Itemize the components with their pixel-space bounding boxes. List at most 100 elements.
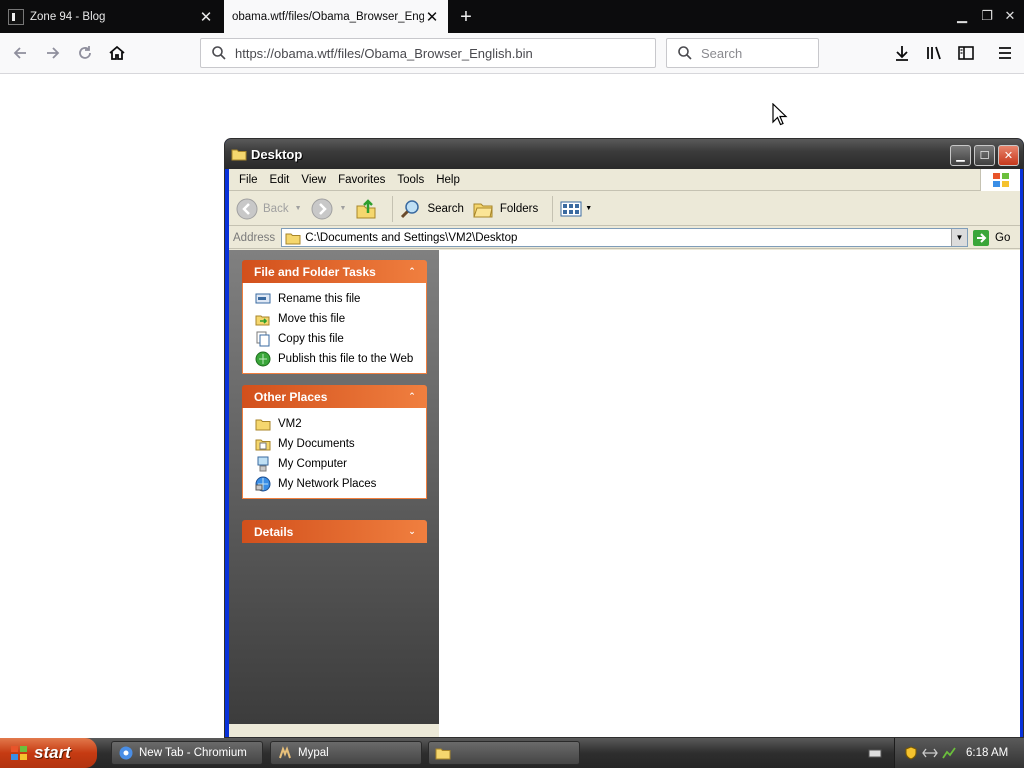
copy-file-link[interactable]: Copy this file: [255, 329, 426, 349]
keyboard-icon[interactable]: [868, 746, 882, 760]
restore-window-icon[interactable]: ❐: [977, 6, 997, 26]
up-folder-icon: [356, 198, 376, 218]
my-documents-icon: [255, 436, 271, 452]
network-icon[interactable]: [922, 745, 938, 761]
details-panel: Details ⌄: [242, 520, 427, 543]
minimize-button[interactable]: ▁: [950, 145, 971, 166]
menu-favorites[interactable]: Favorites: [332, 174, 391, 186]
chevron-down-icon[interactable]: ▼: [340, 205, 347, 212]
taskbar-item-explorer[interactable]: [428, 741, 580, 765]
forward-arrow-icon: [311, 198, 333, 219]
item-label: Move this file: [278, 313, 346, 325]
search-input[interactable]: [701, 45, 811, 61]
back-button[interactable]: [8, 41, 32, 65]
publish-to-web-link[interactable]: Publish this file to the Web: [255, 349, 426, 369]
taskbar-item-chromium[interactable]: New Tab - Chromium: [111, 741, 263, 765]
forward-button[interactable]: [41, 41, 65, 65]
collapse-chevron-icon[interactable]: ⌃: [405, 264, 419, 278]
menu-edit[interactable]: Edit: [264, 174, 296, 186]
explorer-titlebar[interactable]: Desktop ▁ ☐ ✕: [225, 139, 1023, 169]
go-button[interactable]: Go: [968, 229, 1020, 247]
file-list-area[interactable]: [439, 250, 1020, 737]
rename-file-link[interactable]: Rename this file: [255, 289, 426, 309]
connection-icon[interactable]: [941, 745, 957, 761]
folders-button[interactable]: Folders: [472, 197, 538, 221]
system-tray: 6:18 AM: [894, 738, 1024, 768]
start-button[interactable]: start: [0, 738, 97, 768]
maximize-button[interactable]: ☐: [974, 145, 995, 166]
move-icon: [255, 311, 271, 327]
url-bar[interactable]: https://obama.wtf/files/Obama_Browser_En…: [200, 38, 656, 68]
mouse-cursor-icon: [772, 103, 788, 126]
up-folder-button[interactable]: [354, 197, 378, 221]
taskbar: start New Tab - Chromium Mypal 6:18 AM: [0, 738, 1024, 768]
new-tab-button[interactable]: +: [454, 5, 478, 29]
collapse-chevron-icon[interactable]: ⌃: [405, 389, 419, 403]
back-button[interactable]: Back ▼: [235, 197, 302, 221]
toolbar-separator: [552, 195, 554, 222]
folder-icon: [231, 149, 247, 161]
place-my-documents-link[interactable]: My Documents: [255, 434, 426, 454]
zone94-favicon-icon: [8, 8, 24, 25]
library-button[interactable]: [922, 41, 946, 65]
item-label: My Documents: [278, 438, 355, 450]
place-vm2-link[interactable]: VM2: [255, 414, 426, 434]
panel-header[interactable]: Other Places ⌃: [242, 385, 427, 408]
file-folder-tasks-panel: File and Folder Tasks ⌃ Rename this file…: [242, 260, 427, 374]
address-bar: Address C:\Documents and Settings\VM2\De…: [229, 227, 1020, 249]
menu-file[interactable]: File: [233, 174, 264, 186]
close-tab-icon[interactable]: ✕: [198, 9, 214, 26]
minimize-window-icon[interactable]: ▁: [952, 6, 972, 26]
back-label: Back: [263, 202, 289, 215]
menu-view[interactable]: View: [295, 174, 332, 186]
window-title: Desktop: [251, 146, 303, 162]
menu-tools[interactable]: Tools: [391, 174, 430, 186]
search-button[interactable]: Search: [399, 197, 464, 221]
address-path: C:\Documents and Settings\VM2\Desktop: [305, 231, 518, 244]
search-bar[interactable]: [666, 38, 819, 68]
place-my-network-places-link[interactable]: My Network Places: [255, 474, 426, 494]
item-label: Rename this file: [278, 293, 361, 305]
home-button[interactable]: [105, 41, 129, 65]
menu-help[interactable]: Help: [430, 174, 466, 186]
forward-button[interactable]: ▼: [310, 197, 347, 221]
panel-header[interactable]: Details ⌄: [242, 520, 427, 543]
taskbar-item-label: Mypal: [298, 747, 329, 759]
go-label: Go: [995, 231, 1011, 244]
close-tab-icon[interactable]: ✕: [424, 9, 440, 26]
reload-button[interactable]: [73, 41, 97, 65]
tab-zone94[interactable]: Zone 94 - Blog ✕: [0, 0, 222, 33]
move-file-link[interactable]: Move this file: [255, 309, 426, 329]
address-dropdown-button[interactable]: ▼: [951, 229, 967, 246]
chevron-down-icon[interactable]: ▼: [585, 205, 592, 212]
search-icon: [212, 46, 226, 60]
address-input[interactable]: C:\Documents and Settings\VM2\Desktop ▼: [281, 228, 968, 247]
search-label: Search: [427, 202, 464, 215]
panel-header[interactable]: File and Folder Tasks ⌃: [242, 260, 427, 283]
place-my-computer-link[interactable]: My Computer: [255, 454, 426, 474]
address-label: Address: [233, 231, 276, 244]
menu-bar: File Edit View Favorites Tools Help: [229, 169, 1020, 191]
item-label: Copy this file: [278, 333, 344, 345]
hamburger-menu-icon: [999, 47, 1011, 59]
item-label: VM2: [278, 418, 302, 430]
views-button[interactable]: ▼: [559, 199, 592, 219]
menu-button[interactable]: [993, 41, 1017, 65]
standard-toolbar: Back ▼ ▼ Search Folders ▼: [229, 192, 1020, 226]
tab-title: obama.wtf/files/Obama_Browser_Engli: [232, 10, 424, 23]
go-arrow-icon: [973, 229, 989, 246]
panel-title: File and Folder Tasks: [254, 264, 376, 279]
folder-icon: [435, 745, 451, 761]
downloads-button[interactable]: [890, 41, 914, 65]
close-window-icon[interactable]: ✕: [1000, 6, 1020, 26]
security-shield-icon[interactable]: [903, 745, 919, 761]
expand-chevron-icon[interactable]: ⌄: [405, 524, 419, 538]
chevron-down-icon[interactable]: ▼: [295, 205, 302, 212]
close-button[interactable]: ✕: [998, 145, 1019, 166]
tab-obama-file[interactable]: obama.wtf/files/Obama_Browser_Engli ✕: [224, 0, 448, 33]
taskbar-item-label: New Tab - Chromium: [139, 747, 247, 759]
sidebar-button[interactable]: [954, 41, 978, 65]
mypal-icon: [277, 745, 293, 761]
taskbar-item-mypal[interactable]: Mypal: [270, 741, 422, 765]
folder-icon: [255, 416, 271, 432]
